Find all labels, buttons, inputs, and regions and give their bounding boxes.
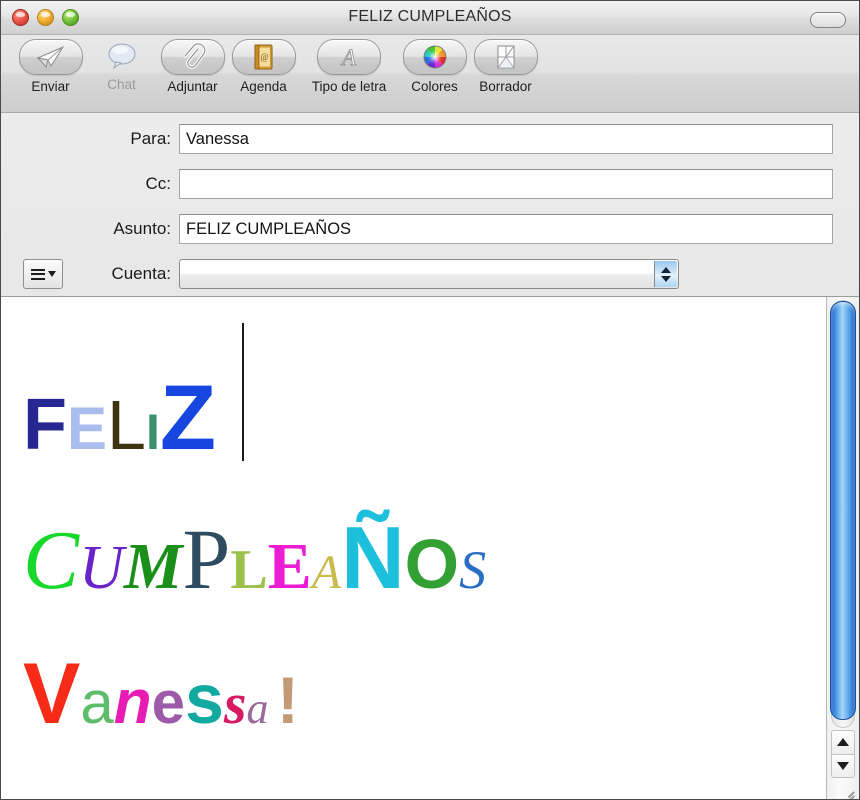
header-options-menu-button[interactable] [23, 259, 63, 289]
message-glyph: a [246, 684, 269, 733]
field-row-cc: Cc: [1, 167, 859, 201]
toolbar-label-enviar: Enviar [31, 79, 70, 94]
message-glyph: A [311, 546, 342, 599]
message-glyph: ! [276, 663, 299, 737]
vertical-scrollbar[interactable] [826, 297, 859, 799]
text-cursor [242, 323, 245, 461]
svg-text:A: A [340, 45, 357, 70]
message-glyph: C [23, 514, 80, 607]
toolbar-label-colores: Colores [411, 79, 458, 94]
addressbook-button-pill: @ [231, 39, 296, 75]
message-glyph: S [459, 540, 487, 600]
field-row-account: Cuenta: [1, 257, 859, 291]
window-title: FELIZ CUMPLEAÑOS [348, 8, 512, 25]
svg-text:@: @ [260, 52, 268, 62]
draft-page-icon [496, 45, 515, 69]
message-glyph: L [107, 386, 146, 464]
toolbar-button-tipo-de-letra[interactable]: A Tipo de letra [299, 39, 399, 94]
field-row-subject: Asunto: FELIZ CUMPLEAÑOS [1, 212, 859, 246]
subject-label: Asunto: [113, 219, 171, 238]
compose-window: FELIZ CUMPLEAÑOS Enviar Chat Adjuntar @ … [0, 0, 860, 800]
hamburger-icon [30, 268, 45, 280]
chevron-down-icon [47, 271, 56, 277]
address-book-icon: @ [254, 44, 272, 70]
message-glyph: E [66, 395, 108, 462]
send-button-pill [18, 39, 83, 75]
account-stepper[interactable] [654, 261, 677, 287]
cc-input[interactable] [179, 169, 833, 199]
scroll-down-button[interactable] [831, 753, 855, 778]
stepper-up-icon [661, 266, 671, 273]
message-glyph: s [185, 660, 224, 738]
toolbar-button-enviar[interactable]: Enviar [15, 39, 86, 94]
toolbar-label-borrador: Borrador [479, 79, 532, 94]
compose-toolbar: Enviar Chat Adjuntar @ Agenda A Tipo de … [1, 35, 859, 113]
scroll-up-arrow-icon [837, 738, 849, 747]
toolbar-button-adjuntar[interactable]: Adjuntar [157, 39, 228, 94]
message-glyph: I [145, 404, 160, 460]
toolbar-label-adjuntar: Adjuntar [167, 79, 218, 94]
paperclip-icon [182, 42, 206, 69]
message-glyph: M [123, 530, 183, 603]
message-line: FELIZ [23, 311, 826, 464]
toolbar-toggle-button[interactable] [810, 12, 846, 28]
message-glyph: V [23, 646, 81, 742]
toolbar-button-borrador[interactable]: Borrador [470, 39, 541, 94]
draft-button-pill [473, 39, 538, 75]
message-line: CUMPLEAÑOS [23, 514, 826, 603]
message-glyph: P [182, 511, 231, 607]
message-glyph: a [80, 669, 114, 736]
scroll-thumb[interactable] [830, 301, 856, 720]
subject-input[interactable]: FELIZ CUMPLEAÑOS [179, 214, 833, 244]
scroll-up-button[interactable] [831, 730, 855, 754]
message-glyph: F [23, 385, 67, 465]
toolbar-label-agenda: Agenda [240, 79, 287, 94]
toolbar-label-tipo-de-letra: Tipo de letra [311, 79, 387, 94]
message-line: Vanessa ! [23, 651, 826, 737]
color-wheel-icon [423, 45, 446, 69]
toolbar-button-colores[interactable]: Colores [399, 39, 470, 94]
to-input[interactable]: Vanessa [179, 124, 833, 154]
message-glyph: n [113, 668, 152, 737]
message-glyph: Ñ [341, 508, 405, 607]
toolbar-button-agenda[interactable]: @ Agenda [228, 39, 299, 94]
account-popup-button[interactable] [179, 259, 679, 289]
message-glyph: Z [159, 367, 217, 469]
colors-button-pill [402, 39, 467, 75]
message-body[interactable]: FELIZ CUMPLEAÑOS Vanessa ! [1, 297, 826, 799]
attach-button-pill [160, 39, 225, 75]
message-glyph: O [404, 525, 460, 603]
message-glyph: e [151, 669, 185, 736]
chat-button-pill [91, 39, 153, 73]
scroll-arrow-buttons [831, 730, 855, 778]
compose-header-fields: Para: Vanessa Cc: Asunto: FELIZ CUMPLEAÑ… [1, 113, 859, 297]
message-glyph [269, 699, 277, 729]
toolbar-label-chat: Chat [107, 77, 136, 92]
scroll-down-arrow-icon [837, 761, 849, 770]
stepper-down-icon [661, 275, 671, 282]
message-glyph: L [230, 539, 268, 601]
toolbar-button-chat[interactable]: Chat [86, 39, 157, 92]
message-glyph: s [223, 671, 247, 736]
window-titlebar[interactable]: FELIZ CUMPLEAÑOS [1, 1, 859, 35]
send-paperplane-icon [35, 45, 64, 69]
cc-label: Cc: [145, 174, 172, 193]
font-a-icon: A [340, 45, 358, 71]
to-label: Para: [130, 129, 171, 148]
font-button-pill: A [317, 39, 381, 75]
message-glyph: U [79, 534, 124, 602]
field-row-to: Para: Vanessa [1, 122, 859, 156]
resize-grip[interactable] [833, 781, 857, 799]
message-area: FELIZ CUMPLEAÑOS Vanessa ! [1, 297, 859, 799]
chat-bubble-icon [108, 43, 135, 70]
message-glyph: E [267, 530, 312, 603]
